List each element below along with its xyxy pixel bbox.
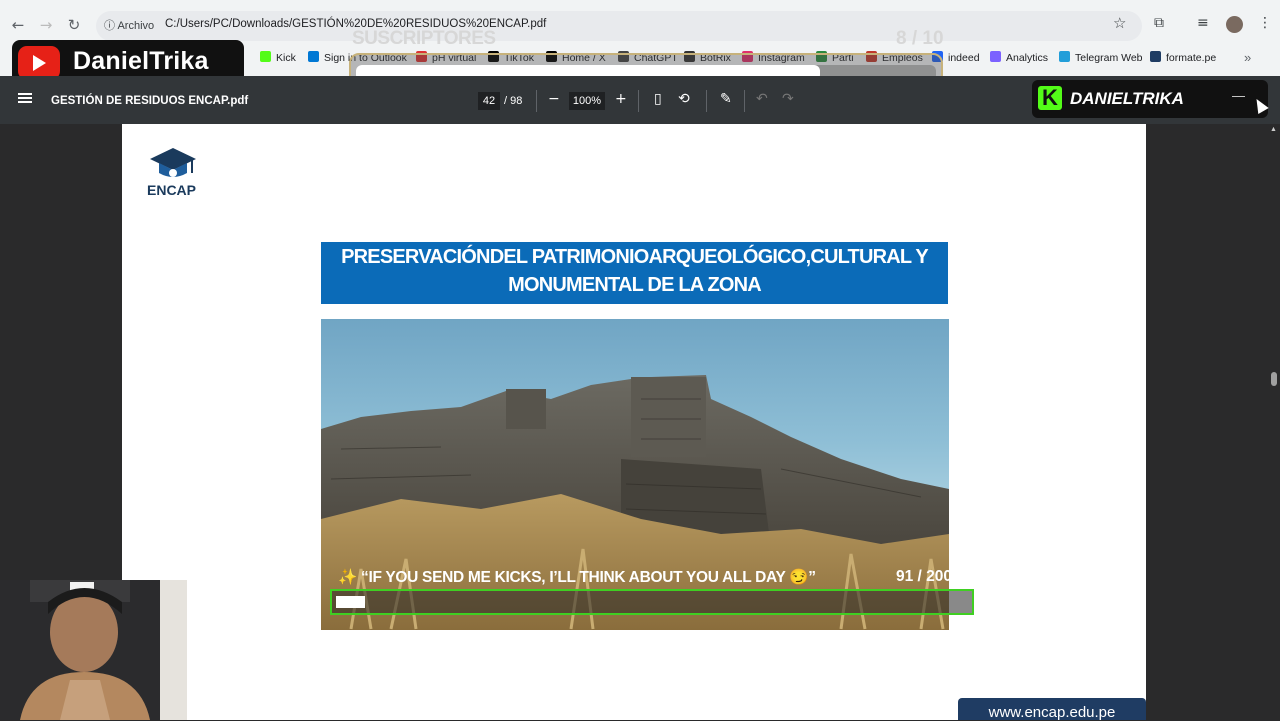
section-heading-line2: MONUMENTAL DE LA ZONA [508,274,762,296]
bookmark-label: Kick [276,52,296,64]
kicks-goal-message: ✨ “IF YOU SEND ME KICKS, I’LL THINK ABOU… [338,569,816,586]
kick-channel-name: DANIELTRIKA [1070,89,1184,108]
bookmark-item[interactable]: Kick [260,51,296,64]
outlook-icon [308,51,319,62]
profile-avatar[interactable] [1226,16,1243,33]
extensions-icon[interactable]: ⧉ [1154,15,1164,31]
media-controls-icon[interactable]: ≡ [1197,15,1209,31]
page-total: / 98 [504,95,523,107]
youtube-play-icon [33,55,46,71]
menu-icon[interactable] [18,93,32,103]
bookmark-star-icon[interactable]: ☆ [1113,14,1126,32]
more-menu-icon[interactable]: ⋮ [1258,15,1272,31]
kick-icon [260,51,271,62]
kick-logo-icon: K [1038,86,1062,110]
redo-icon[interactable]: ↷ [782,91,794,107]
undo-icon[interactable]: ↶ [756,91,768,107]
annotate-icon[interactable]: ✎ [720,91,732,107]
kicks-goal-count: 91 / 2000 [896,568,961,585]
scrollbar-thumb[interactable] [1271,372,1277,386]
analytics-icon [990,51,1001,62]
rotate-icon[interactable]: ⟲ [678,91,690,107]
toolbar-divider [706,90,707,112]
scroll-up-icon[interactable]: ▲ [1270,126,1277,133]
webcam-feed [0,580,187,720]
zoom-value: 100% [572,95,602,107]
bookmark-item[interactable]: Analytics [990,51,1048,64]
encap-logo-text: ENCAP [147,182,197,198]
kicks-goal-frame [330,589,974,615]
bookmark-label: Telegram Web [1075,52,1143,64]
youtube-channel-name: DanielTrika [73,47,209,75]
forward-arrow-icon[interactable]: → [36,15,56,35]
zoom-in-icon[interactable]: + [615,91,627,107]
toolbar-divider [536,90,537,112]
reload-icon[interactable]: ↻ [64,15,84,35]
telegram-icon [1059,51,1070,62]
subscribers-goal-count: 8 / 10 [896,28,944,49]
toolbar-divider [744,90,745,112]
scrollbar-track[interactable] [1268,124,1280,720]
file-label: Archivo [117,20,155,32]
minimize-icon[interactable]: — [1232,88,1245,103]
back-arrow-icon[interactable]: ← [8,15,28,35]
pdf-title: GESTIÓN DE RESIDUOS ENCAP.pdf [51,95,249,107]
section-heading-line1: PRESERVACIÓNDEL PATRIMONIOARQUEOLÓGICO,C… [341,246,929,268]
kicks-goal-fill [336,596,365,608]
bookmark-label: Analytics [1006,52,1049,64]
toolbar-divider [638,90,639,112]
bookmark-item[interactable]: formate.pe [1150,51,1216,64]
footer-url: www.encap.edu.pe [988,704,1116,721]
bookmark-label: indeed [948,52,980,64]
page-number-value: 42 [482,95,496,107]
subscribers-goal-label: SUSCRIPTORES [352,28,496,49]
bookmark-item[interactable]: Telegram Web [1059,51,1143,64]
formate-icon [1150,51,1161,62]
more-bookmarks-icon[interactable]: » [1244,50,1251,65]
fit-page-icon[interactable]: ▯ [654,91,662,107]
zoom-out-icon[interactable]: − [548,91,560,107]
bookmark-label: formate.pe [1166,52,1217,64]
file-indicator[interactable]: ⓘ Archivo [104,17,154,33]
